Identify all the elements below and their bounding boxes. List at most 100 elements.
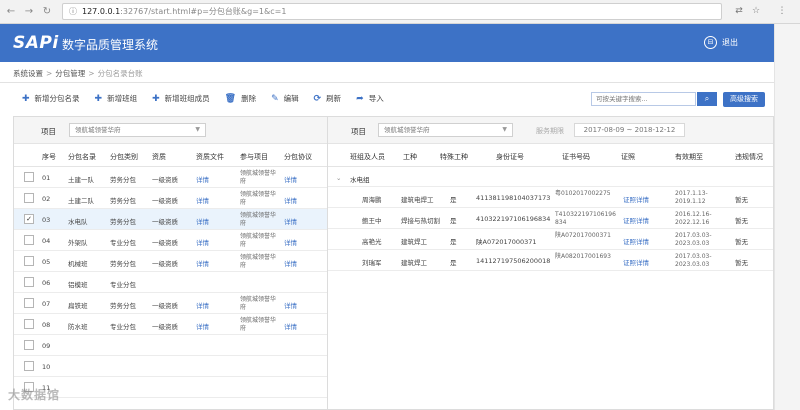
cell-level: 一级资质: [152, 176, 178, 184]
cell-file[interactable]: 详情: [196, 258, 209, 268]
cell-category: 劳务分包: [110, 218, 136, 226]
cell-file[interactable]: 详情: [196, 237, 209, 247]
service-period-label: 服务期限: [536, 127, 564, 135]
translate-icon[interactable]: ⇄: [733, 5, 745, 17]
breadcrumb-item[interactable]: 分包管理: [55, 69, 85, 78]
chevron-down-icon[interactable]: ⌄: [336, 174, 341, 182]
cell-agreement[interactable]: 详情: [284, 237, 297, 247]
table-row[interactable]: 10: [14, 356, 327, 377]
service-period-field[interactable]: 2017-08-09 ~ 2018-12-12: [574, 123, 685, 137]
table-row[interactable]: 刘瑞军 建筑焊工 是 141127197506200018 陕A082017001693…: [328, 250, 773, 271]
edit-icon: ✎: [271, 93, 279, 104]
row-checkbox[interactable]: [24, 298, 34, 308]
row-checkbox[interactable]: ✓: [24, 214, 34, 224]
column-header: 分包协议: [284, 153, 312, 161]
row-checkbox[interactable]: [24, 172, 34, 182]
row-checkbox[interactable]: [24, 319, 34, 329]
cell-file[interactable]: 详情: [196, 300, 209, 310]
table-row[interactable]: 07 扁铁班 劳务分包 一级资质 详情 领航城领誉华府 详情: [14, 293, 327, 314]
cell-file[interactable]: 详情: [196, 195, 209, 205]
export-icon: ➦: [356, 93, 364, 104]
cell-file[interactable]: 详情: [196, 174, 209, 184]
cell-license[interactable]: 证照详情: [623, 194, 649, 204]
row-checkbox[interactable]: [24, 235, 34, 245]
cell-project: 领航城领誉华府: [240, 191, 277, 206]
team-group-name: 水电组: [350, 176, 370, 184]
cell-license[interactable]: 证照详情: [623, 215, 649, 225]
cell-id: 410322197106196834: [476, 215, 551, 223]
reload-icon[interactable]: ↻: [40, 5, 54, 19]
advanced-search-button[interactable]: 高级搜索: [723, 92, 765, 107]
table-row[interactable]: 04 外架队 专业分包 一级资质 详情 领航城领誉华府 详情: [14, 230, 327, 251]
cell-agreement[interactable]: 详情: [284, 300, 297, 310]
cell-agreement[interactable]: 详情: [284, 195, 297, 205]
project-select[interactable]: 领航城领誉华府 ▼: [378, 123, 513, 137]
search-input[interactable]: [591, 92, 696, 106]
row-checkbox[interactable]: [24, 361, 34, 371]
refresh-button[interactable]: ⟳ 刷新: [314, 93, 342, 104]
plus-icon: ✚: [152, 93, 160, 104]
column-header: 违规情况: [735, 153, 763, 161]
back-icon[interactable]: ←: [4, 5, 18, 19]
column-header: 参与项目: [240, 153, 268, 161]
breadcrumb-item[interactable]: 系统设置: [13, 69, 43, 78]
row-checkbox[interactable]: [24, 256, 34, 266]
logout-button[interactable]: ⊟ 退出: [704, 36, 738, 49]
cell-level: 一级资质: [152, 197, 178, 205]
cell-license[interactable]: 证照详情: [623, 257, 649, 267]
edit-button[interactable]: ✎ 编辑: [271, 93, 299, 104]
breadcrumb-separator: >: [46, 69, 53, 78]
row-checkbox[interactable]: [24, 277, 34, 287]
table-row[interactable]: 02 土建二队 劳务分包 一级资质 详情 领航城领誉华府 详情: [14, 188, 327, 209]
table-row[interactable]: 06 铝模班 专业分包: [14, 272, 327, 293]
table-row[interactable]: 05 机械班 劳务分包 一级资质 详情 领航城领誉华府 详情: [14, 251, 327, 272]
vertical-scrollbar[interactable]: [774, 24, 800, 410]
table-row[interactable]: 01 土建一队 劳务分包 一级资质 详情 领航城领誉华府 详情: [14, 167, 327, 188]
add-subcontract-button[interactable]: ✚ 新增分包名录: [22, 93, 80, 104]
cell-agreement[interactable]: 详情: [284, 321, 297, 331]
forward-icon[interactable]: →: [22, 5, 36, 19]
table-row[interactable]: 11: [14, 377, 327, 398]
import-button[interactable]: ➦ 导入: [356, 93, 384, 104]
row-checkbox[interactable]: [24, 340, 34, 350]
cell-agreement[interactable]: 详情: [284, 258, 297, 268]
cell-license[interactable]: 证照详情: [623, 236, 649, 246]
search-button[interactable]: ⌕: [697, 92, 717, 106]
cell-category: 劳务分包: [110, 197, 136, 205]
cell-id: 陕A072017000371: [476, 238, 537, 246]
table-row[interactable]: 周海鹏 建筑电焊工 是 411381198104037173 粤010201700227…: [328, 187, 773, 208]
cell-agreement[interactable]: 详情: [284, 174, 297, 184]
browser-menu-icon[interactable]: ⋮: [776, 5, 788, 17]
table-row[interactable]: 08 防水班 专业分包 一级资质 详情 领航城领誉华府 详情: [14, 314, 327, 335]
table-row[interactable]: 高艳光 建筑焊工 是 陕A072017000371 陕A072017000371 证照详情…: [328, 229, 773, 250]
star-icon[interactable]: ☆: [750, 5, 762, 17]
cell-agreement[interactable]: 详情: [284, 216, 297, 226]
add-team-button[interactable]: ✚ 新增班组: [95, 93, 138, 104]
cell-project: 领航城领誉华府: [240, 296, 277, 311]
breadcrumb-separator: >: [88, 69, 95, 78]
refresh-icon: ⟳: [313, 93, 322, 104]
team-group-row[interactable]: ⌄ 水电组: [328, 167, 773, 187]
cell-valid: 2017.03.03-2023.03.03: [675, 232, 712, 247]
left-table-header: 序号 分包名录 分包类别 资质 资质文件 参与项目 分包协议: [14, 144, 327, 167]
delete-button[interactable]: 🗑 删除: [225, 93, 256, 104]
project-select[interactable]: 领航城领誉华府 ▼: [69, 123, 206, 137]
cell-no: 05: [42, 258, 51, 266]
cell-name: 外架队: [68, 239, 88, 247]
project-select-value: 领航城领誉华府: [384, 126, 430, 134]
cell-no: 10: [42, 363, 51, 371]
button-label: 新增班组成员: [164, 94, 210, 103]
cell-no: 03: [42, 216, 51, 224]
table-row[interactable]: 09: [14, 335, 327, 356]
table-row[interactable]: ✓ 03 水电队 劳务分包 一级资质 详情 领航城领誉华府 详情: [14, 209, 327, 230]
cell-file[interactable]: 详情: [196, 321, 209, 331]
address-bar[interactable]: ⓘ 127.0.0.1 :32767/start.html#p=分包台账&g=1…: [62, 3, 722, 20]
table-row[interactable]: 鲍王中 焊接与热切割 是 410322197106196834 T41032219710…: [328, 208, 773, 229]
button-label: 导入: [368, 94, 384, 103]
cell-name: 土建一队: [68, 176, 94, 184]
cell-file[interactable]: 详情: [196, 216, 209, 226]
cell-cert: 粤0102017002275: [555, 190, 611, 197]
row-checkbox[interactable]: [24, 193, 34, 203]
add-member-button[interactable]: ✚ 新增班组成员: [152, 93, 210, 104]
cell-project: 领航城领誉华府: [240, 233, 277, 248]
